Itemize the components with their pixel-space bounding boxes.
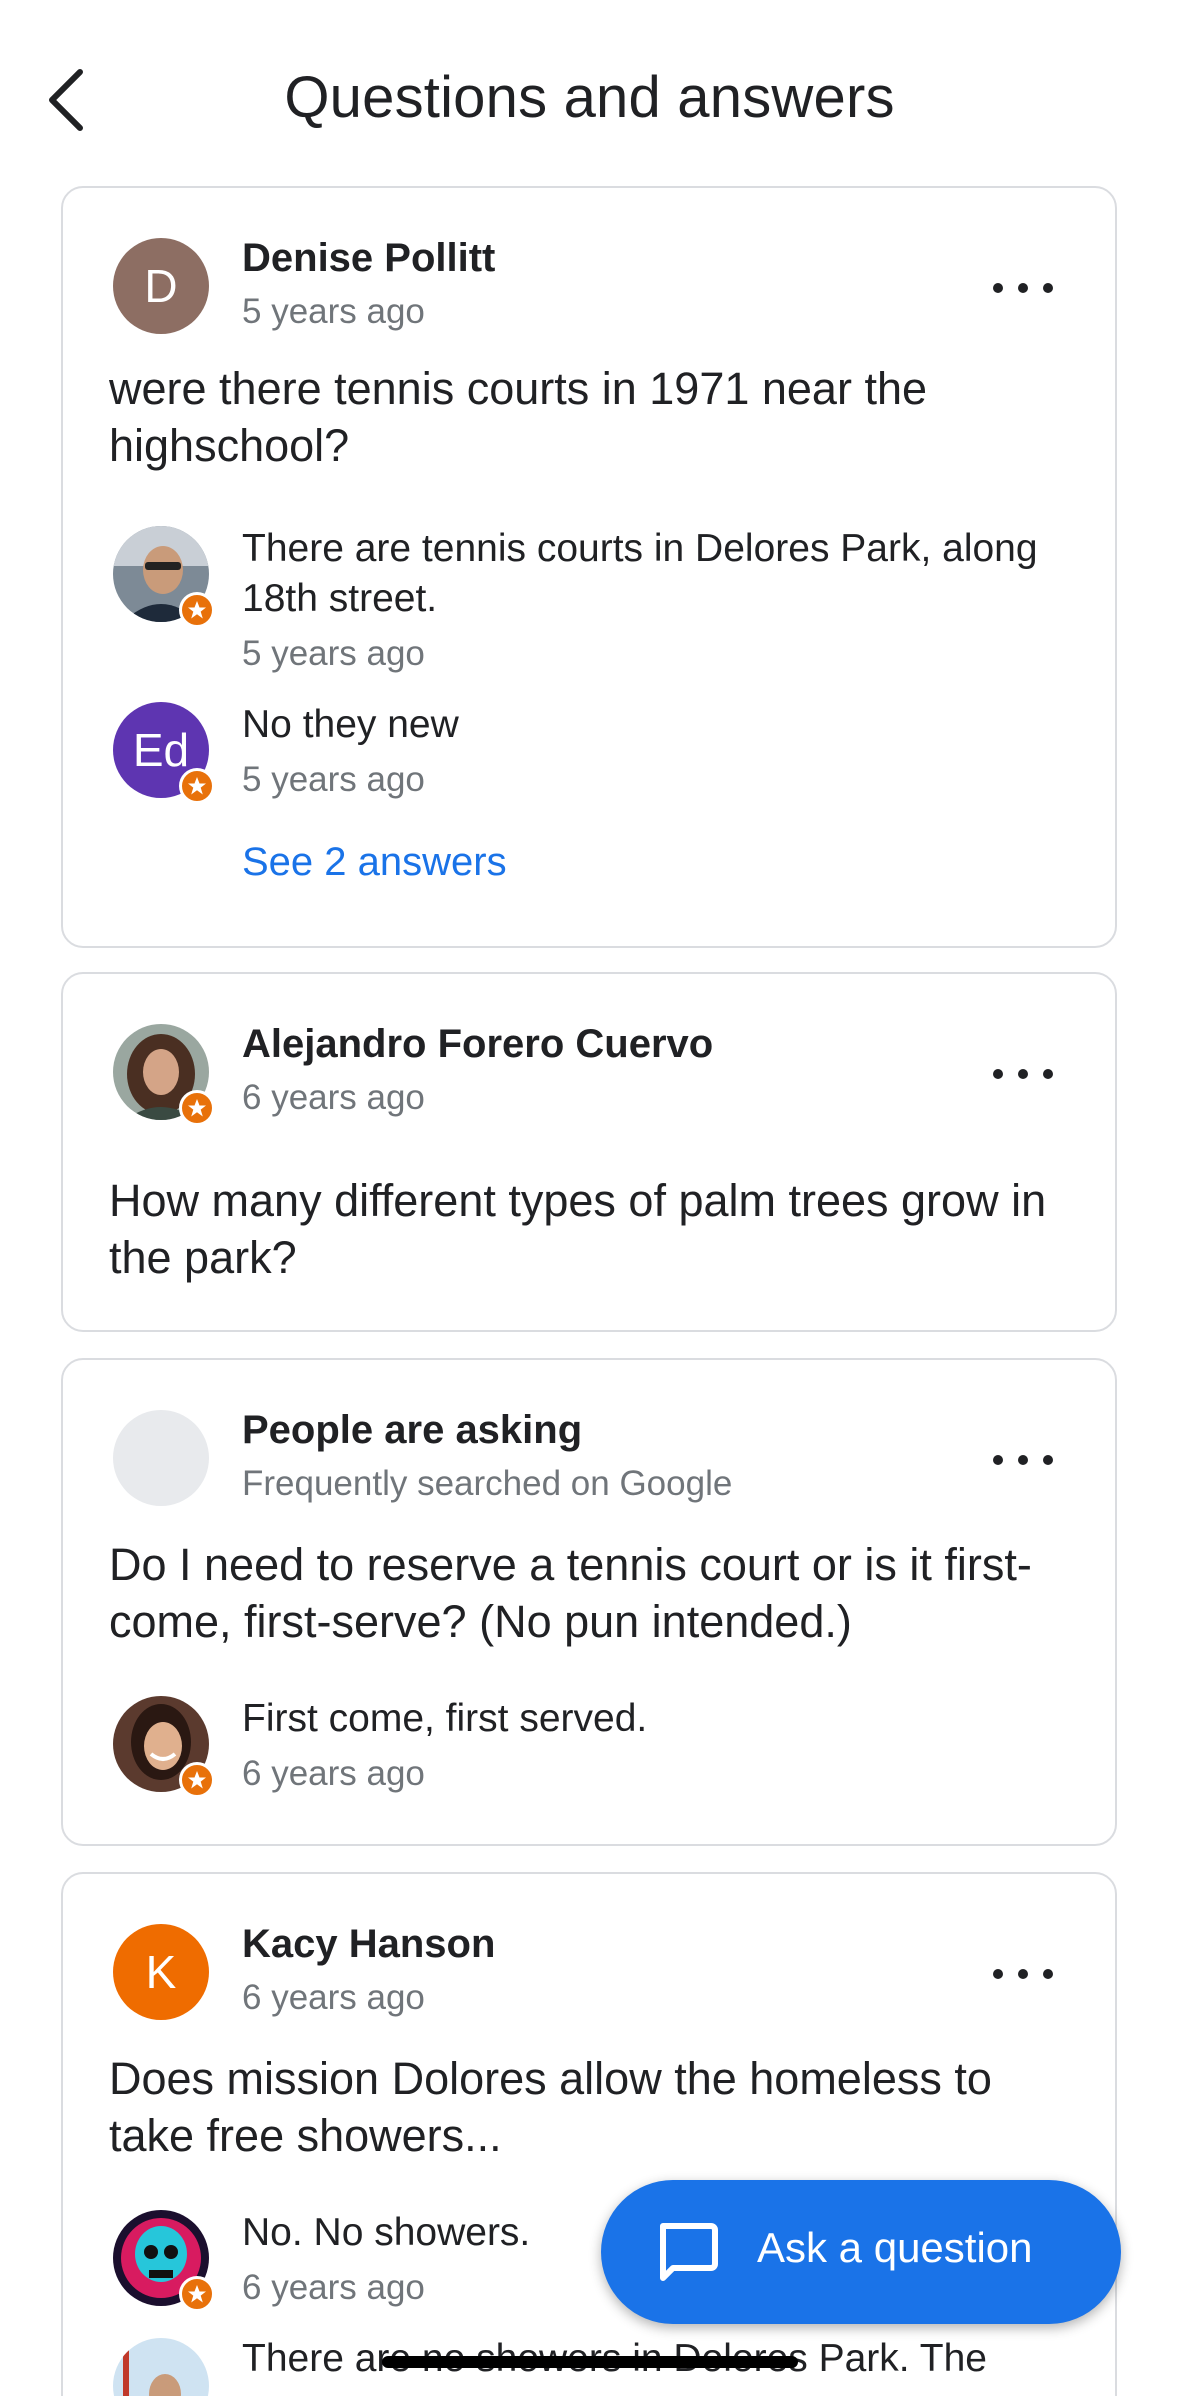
author-avatar[interactable]: K <box>113 1924 209 2020</box>
more-icon <box>993 1455 1003 1465</box>
author-name: People are asking <box>242 1408 583 1452</box>
question-text: Do I need to reserve a tennis court or i… <box>109 1539 1032 1647</box>
author-avatar[interactable]: D <box>113 238 209 334</box>
author-avatar <box>113 1410 209 1506</box>
more-options-button[interactable] <box>993 1054 1053 1094</box>
question-text: How many different types of palm trees g… <box>109 1175 1047 1283</box>
question-source: Frequently searched on Google <box>242 1464 733 1503</box>
local-guide-badge-icon <box>179 1090 215 1126</box>
question-time: 6 years ago <box>242 1978 425 2017</box>
top-app-bar: Questions and answers <box>0 0 1179 180</box>
question-card[interactable]: D Denise Pollitt 5 years ago were there … <box>61 186 1117 948</box>
answer-text: There are tennis courts in Delores Park,… <box>242 527 1038 620</box>
home-indicator[interactable] <box>382 2356 798 2368</box>
ask-question-button[interactable]: Ask a question <box>601 2180 1121 2324</box>
more-options-button[interactable] <box>993 1440 1053 1480</box>
author-name[interactable]: Alejandro Forero Cuervo <box>242 1022 713 1067</box>
question-text: Does mission Dolores allow the homeless … <box>109 2053 992 2161</box>
question-card[interactable]: Alejandro Forero Cuervo 6 years ago How … <box>61 972 1117 1332</box>
local-guide-badge-icon <box>179 592 215 628</box>
answer-text: No. No showers. <box>242 2211 531 2254</box>
answer-avatar[interactable]: Ed <box>113 702 215 804</box>
more-options-button[interactable] <box>993 268 1053 308</box>
answer-text: No they new <box>242 703 459 746</box>
local-guide-badge-icon <box>179 1762 215 1798</box>
qa-screen: Questions and answers D Denise Pollitt 5… <box>0 0 1179 2396</box>
local-guide-badge-icon <box>179 2276 215 2312</box>
more-options-button[interactable] <box>993 1954 1053 1994</box>
person-photo-icon <box>113 2338 209 2396</box>
answer-avatar[interactable] <box>113 526 215 628</box>
answer-avatar[interactable] <box>113 2338 209 2396</box>
question-time: 6 years ago <box>242 1078 425 1117</box>
local-guide-badge-icon <box>179 768 215 804</box>
more-icon <box>993 1969 1003 1979</box>
question-time: 5 years ago <box>242 292 425 331</box>
see-answers-link[interactable]: See 2 answers <box>242 840 507 885</box>
chat-bubble-icon <box>660 2223 718 2281</box>
answer-time: 5 years ago <box>242 760 425 799</box>
author-name[interactable]: Kacy Hanson <box>242 1922 495 1967</box>
more-icon <box>993 1069 1003 1079</box>
ask-question-label: Ask a question <box>757 2224 1033 2271</box>
author-name[interactable]: Denise Pollitt <box>242 236 495 281</box>
question-card[interactable]: People are asking Frequently searched on… <box>61 1358 1117 1846</box>
answer-avatar[interactable] <box>113 1696 215 1798</box>
more-icon <box>993 283 1003 293</box>
answer-time: 5 years ago <box>242 634 425 673</box>
answer-time: 6 years ago <box>242 1754 425 1793</box>
page-title: Questions and answers <box>284 65 895 130</box>
answer-time: 6 years ago <box>242 2268 425 2307</box>
question-text: were there tennis courts in 1971 near th… <box>109 363 927 471</box>
answer-avatar[interactable] <box>113 2210 215 2312</box>
author-avatar[interactable] <box>113 1024 215 1126</box>
answer-text: First come, first served. <box>242 1697 648 1740</box>
